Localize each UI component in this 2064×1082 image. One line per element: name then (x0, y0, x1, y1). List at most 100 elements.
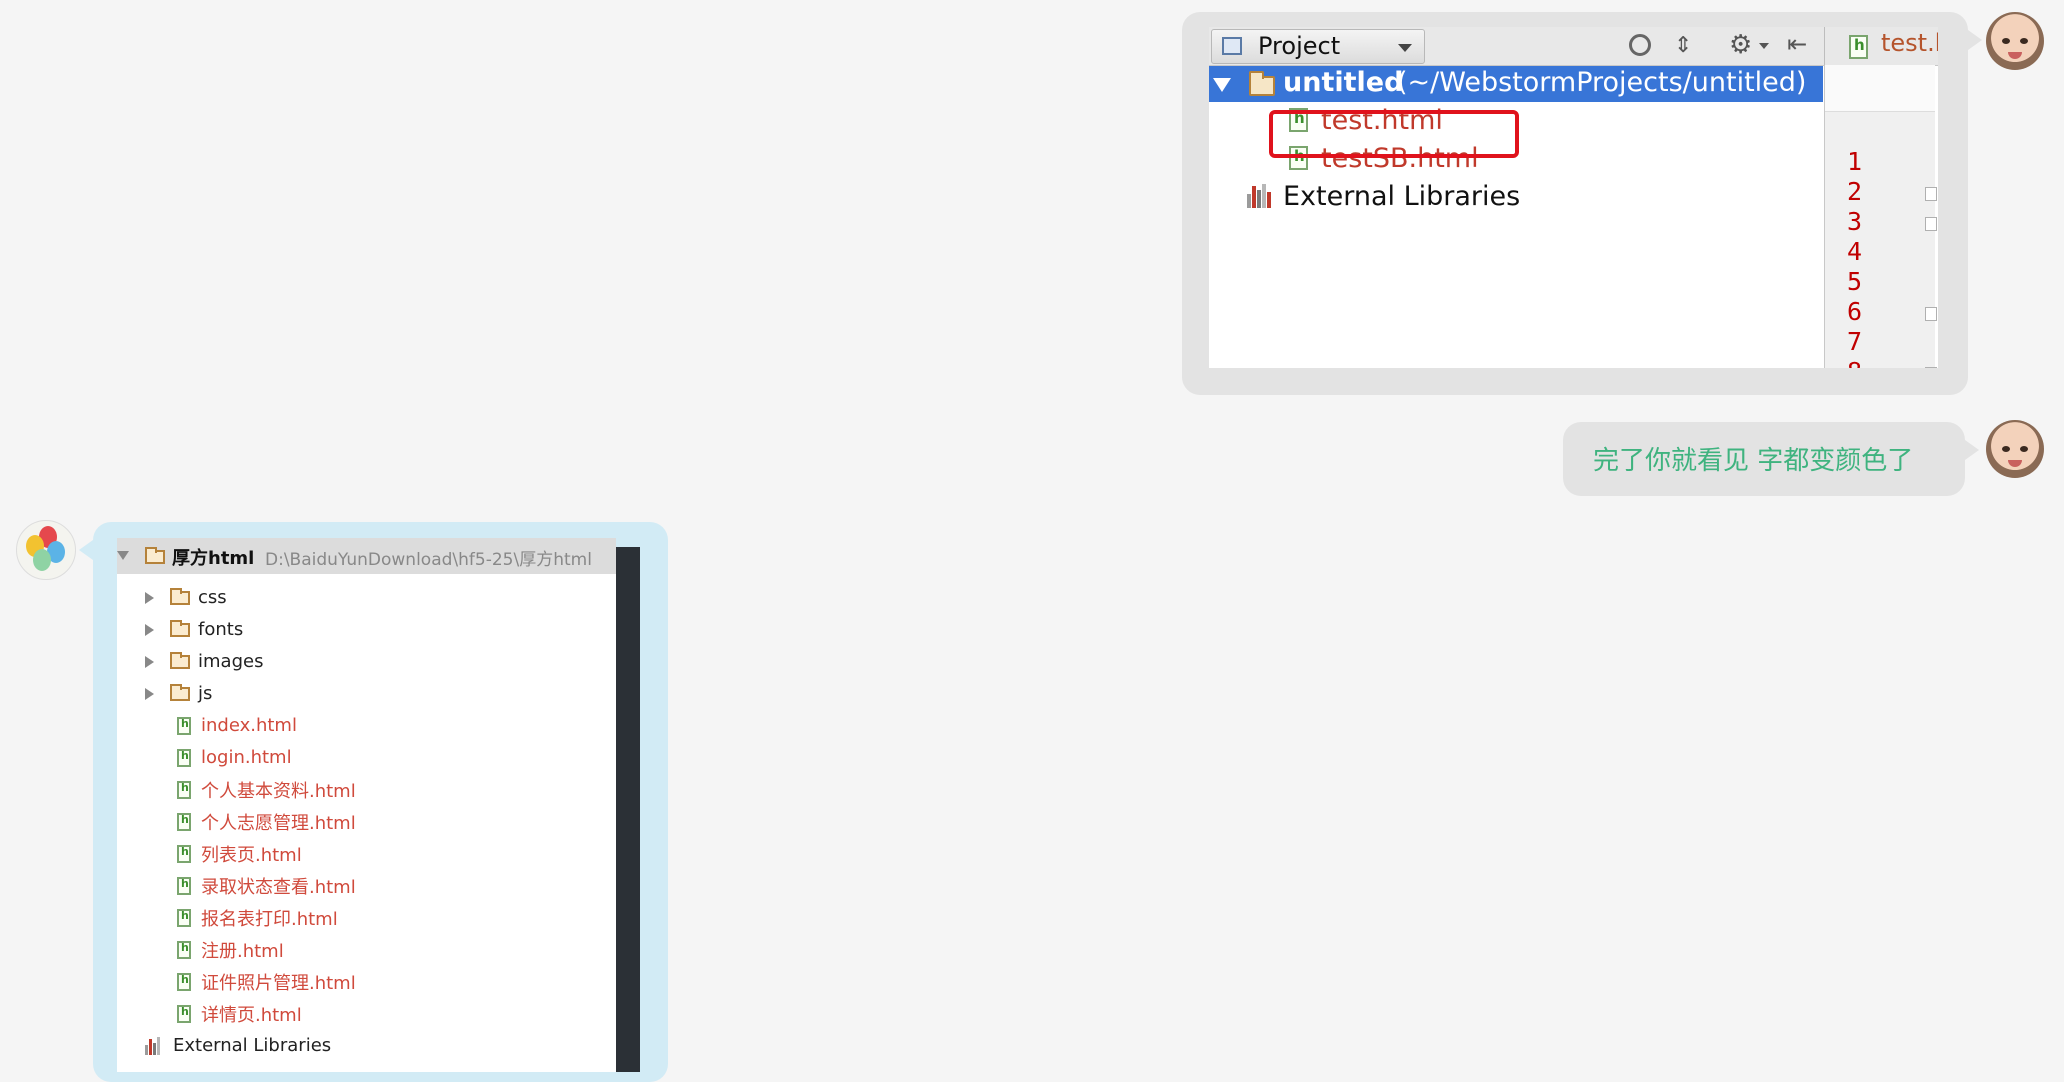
tree-row-file[interactable]: 个人基本资料.html (177, 774, 356, 805)
file-name: 详情页.html (201, 1004, 302, 1026)
avatar-other[interactable] (16, 520, 76, 580)
message-text: 完了你就看见 字都变颜色了 (1593, 446, 1914, 476)
editor-dark-strip (616, 547, 640, 1072)
tree-row-file[interactable]: 注册.html (177, 934, 284, 965)
bubble-tail (1968, 30, 1982, 50)
collapsed-triangle-icon[interactable] (145, 623, 154, 636)
fold-marker-icon[interactable] (1925, 217, 1937, 231)
tree-row-file[interactable]: login.html (177, 742, 292, 773)
folder-icon (170, 651, 190, 669)
tree-row-file[interactable]: 详情页.html (177, 998, 302, 1029)
folder-icon (170, 683, 190, 701)
root-folder-name: 厚方html (172, 548, 255, 569)
editor-gutter: 1 2 3 4 5 6 7 8 (1824, 65, 1937, 368)
tree-row-root[interactable]: 厚方html D:\BaiduYunDownload\hf5-25\厚方html (117, 538, 616, 574)
line-number: 5 (1847, 267, 1863, 296)
collapsed-triangle-icon[interactable] (145, 655, 154, 668)
html-file-icon (177, 844, 191, 863)
root-folder-path: D:\BaiduYunDownload\hf5-25\厚方html (265, 550, 592, 570)
tree-row-root-selected[interactable]: untitled (~/WebstormProjects/untitled) (1209, 66, 1823, 102)
tree-row-file[interactable]: 个人志愿管理.html (177, 806, 356, 837)
file-name: 注册.html (201, 940, 284, 962)
html-file-icon (177, 876, 191, 895)
html-file-icon (1849, 35, 1868, 59)
file-name: 列表页.html (201, 844, 302, 866)
chevron-down-small-icon (1759, 43, 1769, 49)
chevron-down-icon (1398, 44, 1412, 52)
toolbar-divider (1824, 27, 1825, 65)
fold-marker-icon[interactable] (1925, 187, 1937, 201)
bubble-tail (1965, 440, 1979, 460)
project-tree-screenshot[interactable]: 厚方html D:\BaiduYunDownload\hf5-25\厚方html… (117, 538, 616, 1072)
project-view-dropdown[interactable]: Project (1211, 29, 1425, 64)
gear-icon[interactable]: ⚙ (1729, 30, 1752, 60)
tree-row-file[interactable]: index.html (177, 710, 297, 741)
folder-name: js (198, 683, 213, 704)
collapsed-triangle-icon[interactable] (145, 687, 154, 700)
html-file-icon (177, 748, 191, 767)
file-name: index.html (201, 715, 297, 736)
folder-icon (170, 619, 190, 637)
webstorm-project-screenshot[interactable]: Project ⇕ ⚙ ⇤ test.h untitled (~/Webstor… (1209, 27, 1938, 368)
tree-row-folder[interactable]: css (145, 582, 227, 613)
file-name: 个人基本资料.html (201, 780, 356, 802)
tree-row-external-libraries[interactable]: External Libraries (145, 1030, 331, 1061)
folder-icon (170, 587, 190, 605)
line-number: 8 (1847, 357, 1862, 368)
root-folder-name: untitled (1283, 67, 1404, 98)
file-name: 报名表打印.html (201, 908, 338, 930)
folder-icon (145, 547, 165, 564)
external-libraries-label: External Libraries (1283, 180, 1521, 212)
editor-tab-label[interactable]: test.h (1881, 29, 1938, 57)
hide-panel-icon[interactable]: ⇤ (1787, 30, 1807, 58)
html-file-icon (177, 780, 191, 799)
project-view-label: Project (1258, 32, 1341, 60)
html-file-icon (177, 972, 191, 991)
file-name: 个人志愿管理.html (201, 812, 356, 834)
folder-icon (1249, 71, 1275, 96)
html-file-icon (177, 716, 191, 735)
file-name: login.html (201, 747, 292, 768)
html-file-icon (177, 940, 191, 959)
expand-triangle-icon[interactable] (117, 551, 129, 560)
html-file-icon (177, 1004, 191, 1023)
tree-row-folder[interactable]: images (145, 646, 263, 677)
expand-triangle-icon[interactable] (1213, 78, 1231, 92)
line-number: 7 (1847, 327, 1863, 356)
avatar-self-middle[interactable] (1986, 420, 2044, 478)
tree-row-file[interactable]: 列表页.html (177, 838, 302, 869)
project-view-icon (1222, 37, 1242, 55)
line-number: 1 (1847, 147, 1863, 176)
red-highlight-box (1269, 110, 1519, 158)
tree-row-folder[interactable]: js (145, 678, 212, 709)
line-number: 6 (1847, 297, 1863, 326)
folder-name: css (198, 587, 227, 608)
bubble-tail (79, 540, 93, 560)
root-folder-path: (~/WebstormProjects/untitled) (1397, 67, 1807, 98)
line-number: 3 (1847, 207, 1863, 236)
line-number: 4 (1847, 237, 1863, 266)
fold-marker-icon[interactable] (1925, 367, 1937, 368)
collapse-all-icon[interactable]: ⇕ (1674, 35, 1692, 57)
collapsed-triangle-icon[interactable] (145, 591, 154, 604)
tree-row-file[interactable]: 证件照片管理.html (177, 966, 356, 997)
tree-row-file[interactable]: 录取状态查看.html (177, 870, 356, 901)
tree-row-folder[interactable]: fonts (145, 614, 243, 645)
tree-row-file[interactable]: 报名表打印.html (177, 902, 338, 933)
gutter-top-strip (1825, 65, 1935, 112)
folder-name: fonts (198, 619, 244, 640)
tree-row-external-libraries[interactable]: External Libraries (1247, 178, 1520, 214)
library-icon (145, 1036, 165, 1055)
message-bubble-text[interactable]: 完了你就看见 字都变颜色了 (1563, 422, 1965, 496)
file-name: 证件照片管理.html (201, 972, 356, 994)
html-file-icon (177, 908, 191, 927)
file-name: 录取状态查看.html (201, 876, 356, 898)
locate-icon[interactable] (1629, 34, 1651, 56)
fold-marker-icon[interactable] (1925, 307, 1937, 321)
html-file-icon (177, 812, 191, 831)
line-number: 2 (1847, 177, 1863, 206)
external-libraries-label: External Libraries (173, 1035, 332, 1056)
folder-name: images (198, 651, 264, 672)
project-toolbar: Project ⇕ ⚙ ⇤ test.h (1209, 27, 1938, 66)
avatar-self-top[interactable] (1986, 12, 2044, 70)
